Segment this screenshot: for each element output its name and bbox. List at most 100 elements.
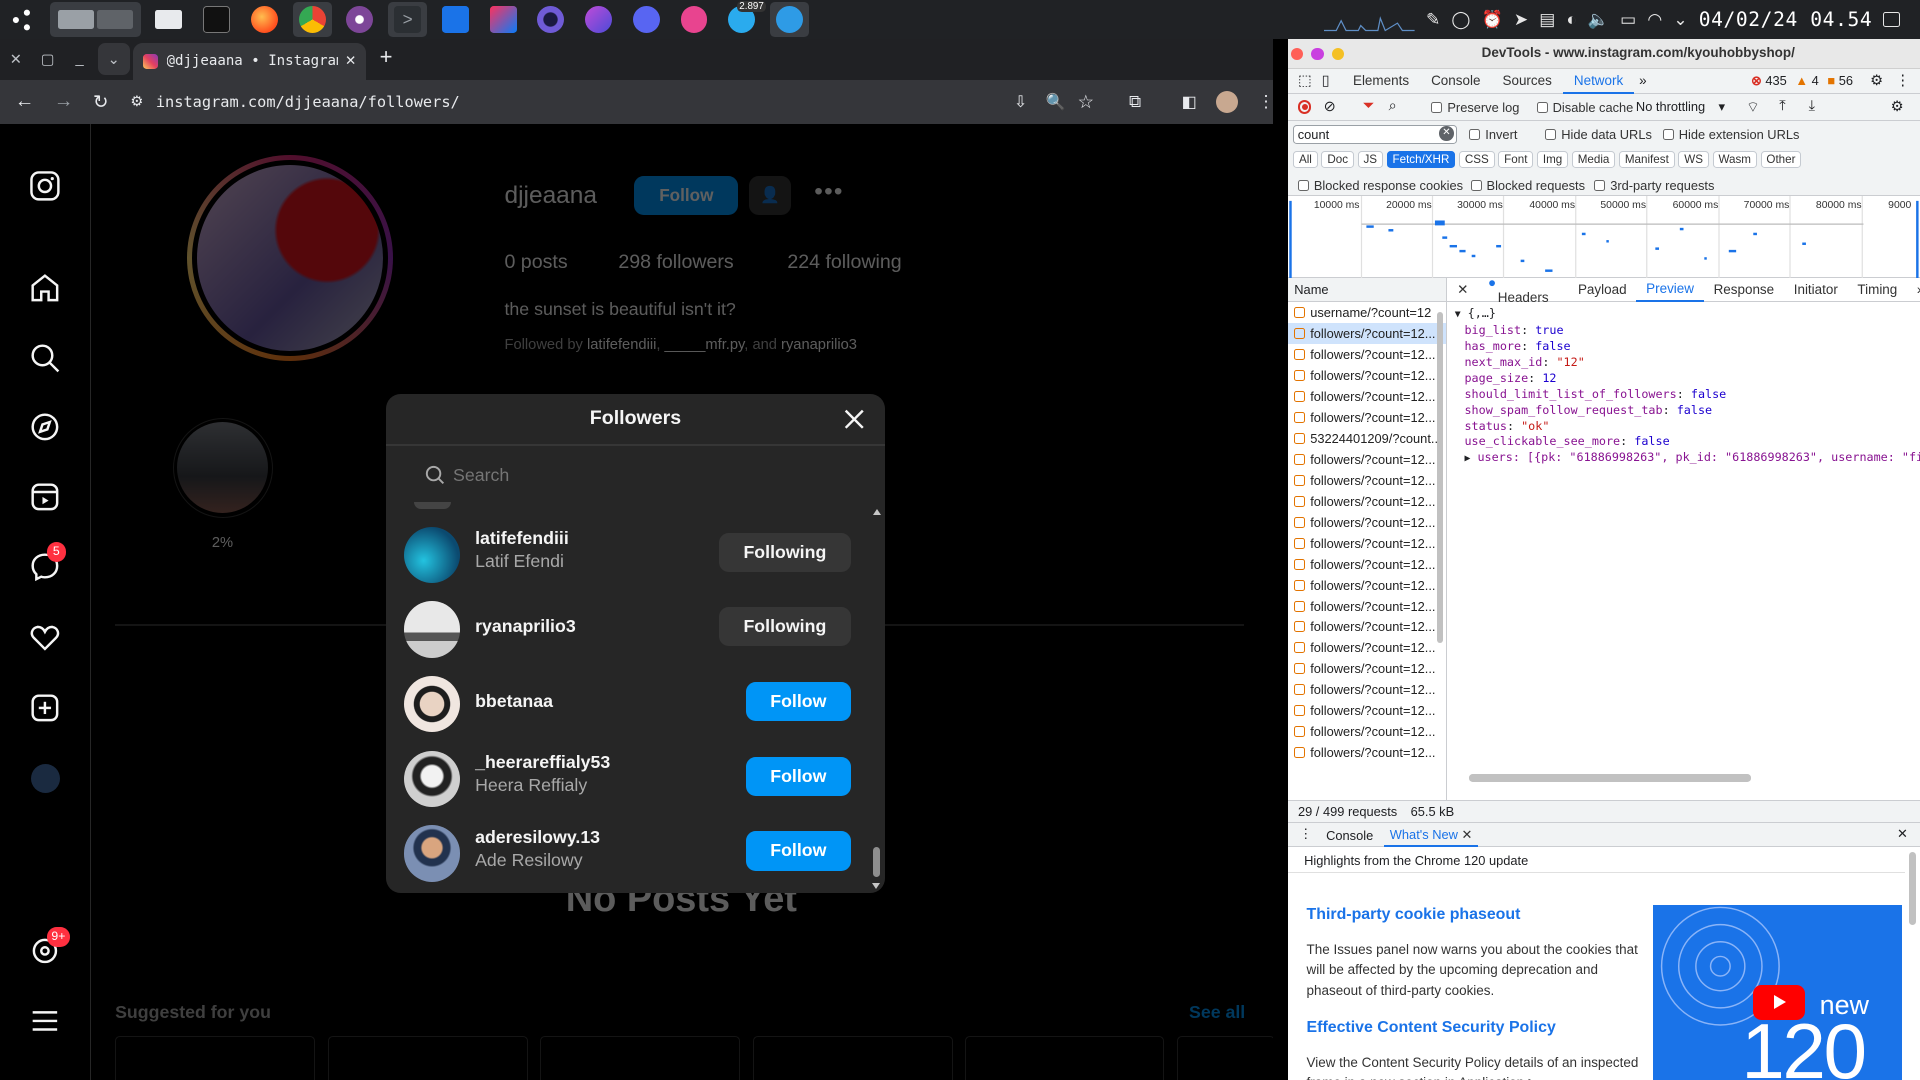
maximize-icon[interactable]: ▢ [32,43,64,75]
profile-avatar-icon[interactable] [30,764,60,794]
request-row[interactable]: followers/?count=12... [1288,323,1447,345]
chrome-120-promo-image[interactable]: new 120 [1653,904,1902,1080]
clock[interactable]: 04/02/24 04.54 [1699,8,1873,31]
type-filter-wasm[interactable]: Wasm [1712,151,1757,169]
request-row[interactable]: followers/?count=12... [1288,533,1446,554]
json-line[interactable]: has_more: false [1447,339,1920,355]
telegram-icon[interactable]: 2.897 [722,1,767,36]
follower-row[interactable]: latifefendiii Latif Efendi Following [404,524,851,585]
avatar[interactable] [404,750,461,807]
follow-button[interactable]: Follow [745,682,851,722]
follower-row[interactable]: _heerareffialy53 Heera Reffialy Follow [404,748,851,809]
error-counter[interactable]: ⊗ 435 ▲ 4 ■ 56 [1751,73,1853,89]
close-drawer-icon[interactable]: ✕ [1897,826,1908,842]
minimize-window-icon[interactable] [1311,47,1324,60]
reload-icon[interactable]: ↻ [93,91,108,113]
network-settings-icon[interactable]: ⚙ [1891,98,1904,115]
night-light-icon[interactable]: ◐ [1566,9,1576,30]
invert-checkbox[interactable]: Invert [1469,127,1517,142]
close-window-icon[interactable]: ✕ [0,43,32,75]
json-users-line[interactable]: ▶ users: [{pk: "61886998263", pk_id: "61… [1447,450,1920,467]
request-row[interactable]: followers/?count=12... [1288,658,1446,679]
scroll-up-icon[interactable] [872,509,881,516]
circle-icon[interactable]: ◯ [1451,9,1470,30]
chrome-icon[interactable] [292,2,332,37]
tab-payload[interactable]: Payload [1568,282,1636,297]
search-icon[interactable] [29,342,61,374]
avatar[interactable] [404,675,461,733]
json-root[interactable]: ▼ {,…} [1447,306,1920,323]
tab-initiator[interactable]: Initiator [1784,282,1848,297]
json-line[interactable]: page_size: 12 [1447,371,1920,387]
request-scrollbar[interactable] [1436,305,1446,795]
following-count[interactable]: 224 following [787,251,901,274]
chevron-down-icon[interactable]: ⌄ [1673,9,1687,30]
json-line[interactable]: status: "ok" [1447,419,1920,435]
back-icon[interactable]: ← [15,90,35,113]
request-row[interactable]: followers/?count=12... [1288,575,1446,596]
type-filter-img[interactable]: Img [1537,151,1569,169]
type-filter-other[interactable]: Other [1760,151,1802,169]
type-filter-doc[interactable]: Doc [1321,151,1354,169]
suggest-accounts-button[interactable]: 👤 [749,176,792,216]
request-row[interactable]: followers/?count=12... [1288,365,1446,386]
install-app-icon[interactable]: ⇩ [1014,92,1027,112]
type-filter-ws[interactable]: WS [1678,151,1709,169]
follower-row[interactable]: aderesilowy.13 Ade Resilowy Follow [404,823,851,884]
send-icon[interactable]: ➤ [1514,9,1528,30]
request-row[interactable]: followers/?count=12... [1288,344,1446,365]
drawer-menu-icon[interactable]: ⋮ [1299,826,1312,842]
type-filter-css[interactable]: CSS [1458,151,1495,169]
follower-row[interactable]: bbetanaa Follow [404,673,851,734]
export-har-icon[interactable]: ⤓ [1809,98,1816,114]
eclipse-icon[interactable] [531,2,570,36]
extensions-icon[interactable]: ⧉ [1129,91,1141,112]
request-row[interactable]: followers/?count=12... [1288,637,1446,658]
json-line[interactable]: big_list: true [1447,323,1920,339]
json-line[interactable]: should_limit_list_of_followers: false [1447,387,1920,403]
pen-icon[interactable]: ✎ [1426,9,1440,30]
request-row[interactable]: username/?count=12 [1288,302,1446,323]
following-button[interactable]: Following [718,607,851,647]
type-filter-js[interactable]: JS [1357,151,1383,169]
request-row[interactable]: 53224401209/?count... [1288,428,1446,449]
request-row[interactable]: followers/?count=12... [1288,470,1446,491]
preserve-log-checkbox[interactable]: Preserve log [1431,100,1519,115]
type-filter-media[interactable]: Media [1571,151,1616,169]
request-row[interactable]: followers/?count=12... [1288,407,1446,428]
following-button[interactable]: Following [718,532,851,572]
follower-username[interactable]: latifefendiii [475,528,569,549]
show-desktop-icon[interactable] [1883,12,1901,27]
webstorm-icon[interactable] [436,2,475,36]
clear-filter-icon[interactable]: ✕ [1439,125,1454,141]
filter-input[interactable]: count ✕ [1293,124,1458,145]
network-conditions-icon[interactable]: ⌔ [1746,98,1760,117]
suggested-card[interactable] [964,1035,1165,1080]
type-filter-manifest[interactable]: Manifest [1618,151,1675,169]
drawer-tab-console[interactable]: Console [1326,828,1373,843]
options-icon[interactable]: ••• [814,178,843,206]
request-row[interactable]: followers/?count=12... [1288,700,1446,721]
site-info-icon[interactable]: ⚙ [130,93,143,110]
more-tabs-icon[interactable]: » [1907,282,1920,297]
suggested-card[interactable] [115,1035,315,1080]
follow-button[interactable]: Follow [745,831,851,871]
app-store-icon[interactable] [769,2,810,37]
suggested-card[interactable] [540,1035,740,1080]
more-menu-icon[interactable] [29,1005,61,1037]
search-input[interactable] [453,461,821,489]
json-line[interactable]: next_max_id: "12" [1447,355,1920,371]
menu-kebab-icon[interactable]: ⋮ [1258,91,1275,112]
see-all-link[interactable]: See all [1189,1002,1245,1023]
app-icon[interactable] [579,2,618,36]
hide-extension-urls-checkbox[interactable]: Hide extension URLs [1662,127,1799,142]
tab-console[interactable]: Console [1420,68,1491,94]
zoom-icon[interactable]: 🔍 [1046,92,1066,112]
forward-icon[interactable]: → [54,90,74,113]
firefox-icon[interactable] [245,2,284,36]
volume-icon[interactable]: 🔈 [1588,9,1609,30]
followed-by-link[interactable]: latifefendiii [587,337,656,353]
request-row[interactable]: followers/?count=12... [1288,449,1446,470]
terminal-app-icon[interactable] [197,2,236,36]
clear-icon[interactable]: ⊘ [1324,98,1336,115]
